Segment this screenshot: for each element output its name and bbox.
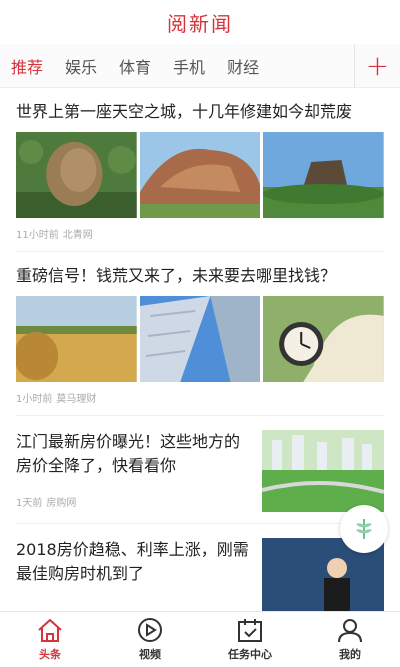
floating-action-button[interactable] bbox=[340, 505, 388, 553]
article-image bbox=[263, 296, 385, 382]
tab-sports[interactable]: 体育 bbox=[108, 54, 162, 78]
tabbar-label: 我的 bbox=[339, 648, 361, 661]
article-source: 莫马理财 bbox=[56, 394, 97, 405]
user-icon bbox=[338, 619, 362, 643]
tabbar-label: 任务中心 bbox=[228, 648, 272, 661]
article-card[interactable]: 江门最新房价曝光！这些地方的房价全降了，快看看你 1天前 房购网 bbox=[0, 416, 400, 519]
article-card[interactable]: 重磅信号！钱荒又来了，未来要去哪里找钱？ 1小时前 莫马理财 bbox=[0, 252, 400, 415]
article-image bbox=[16, 132, 137, 218]
article-title: 江门最新房价曝光！这些地方的房价全降了，快看看你 bbox=[16, 432, 241, 475]
tab-finance[interactable]: 财经 bbox=[216, 54, 270, 78]
article-time: 1天前 bbox=[16, 498, 43, 509]
tab-entertainment[interactable]: 娱乐 bbox=[54, 54, 108, 78]
bottom-tabbar: 头条 视频 任务中心 我的 bbox=[0, 611, 400, 667]
tabbar-label: 头条 bbox=[39, 648, 61, 661]
article-card[interactable]: 世界上第一座天空之城，十几年修建如今却荒废 11小时前 北青网 bbox=[0, 88, 400, 251]
category-tabs: 推荐 娱乐 体育 手机 财经 + bbox=[0, 43, 400, 88]
tree-icon bbox=[356, 519, 372, 539]
app-title: 阅新闻 bbox=[167, 11, 233, 36]
article-image bbox=[262, 430, 384, 512]
add-channel-button[interactable]: + bbox=[354, 43, 400, 88]
article-image bbox=[139, 132, 261, 218]
article-time: 1小时前 bbox=[16, 394, 53, 405]
tabbar-item-profile[interactable]: 我的 bbox=[300, 612, 400, 667]
calendar-check-icon bbox=[238, 619, 262, 642]
article-source: 北青网 bbox=[62, 230, 93, 241]
app-header: 阅新闻 bbox=[0, 0, 400, 44]
article-card[interactable]: 2018房价趋稳、利率上涨，刚需最佳购房时机到了 bbox=[0, 524, 400, 611]
play-icon bbox=[138, 618, 162, 642]
article-image bbox=[139, 296, 261, 382]
tabbar-item-video[interactable]: 视频 bbox=[100, 612, 200, 667]
article-title: 2018房价趋稳、利率上涨，刚需最佳购房时机到了 bbox=[16, 540, 249, 583]
article-image bbox=[263, 132, 385, 218]
plus-icon: + bbox=[365, 49, 390, 82]
article-image bbox=[16, 296, 137, 382]
tab-recommend[interactable]: 推荐 bbox=[0, 54, 54, 78]
article-source: 房购网 bbox=[46, 498, 77, 509]
tabbar-item-headlines[interactable]: 头条 bbox=[0, 612, 100, 667]
article-time: 11小时前 bbox=[16, 230, 59, 241]
home-icon bbox=[38, 618, 62, 642]
tab-mobile[interactable]: 手机 bbox=[162, 54, 216, 78]
tabbar-label: 视频 bbox=[139, 648, 161, 661]
article-title: 重磅信号！钱荒又来了，未来要去哪里找钱？ bbox=[16, 266, 337, 285]
tabbar-item-task-center[interactable]: 任务中心 bbox=[200, 612, 300, 667]
article-title: 世界上第一座天空之城，十几年修建如今却荒废 bbox=[16, 102, 353, 121]
